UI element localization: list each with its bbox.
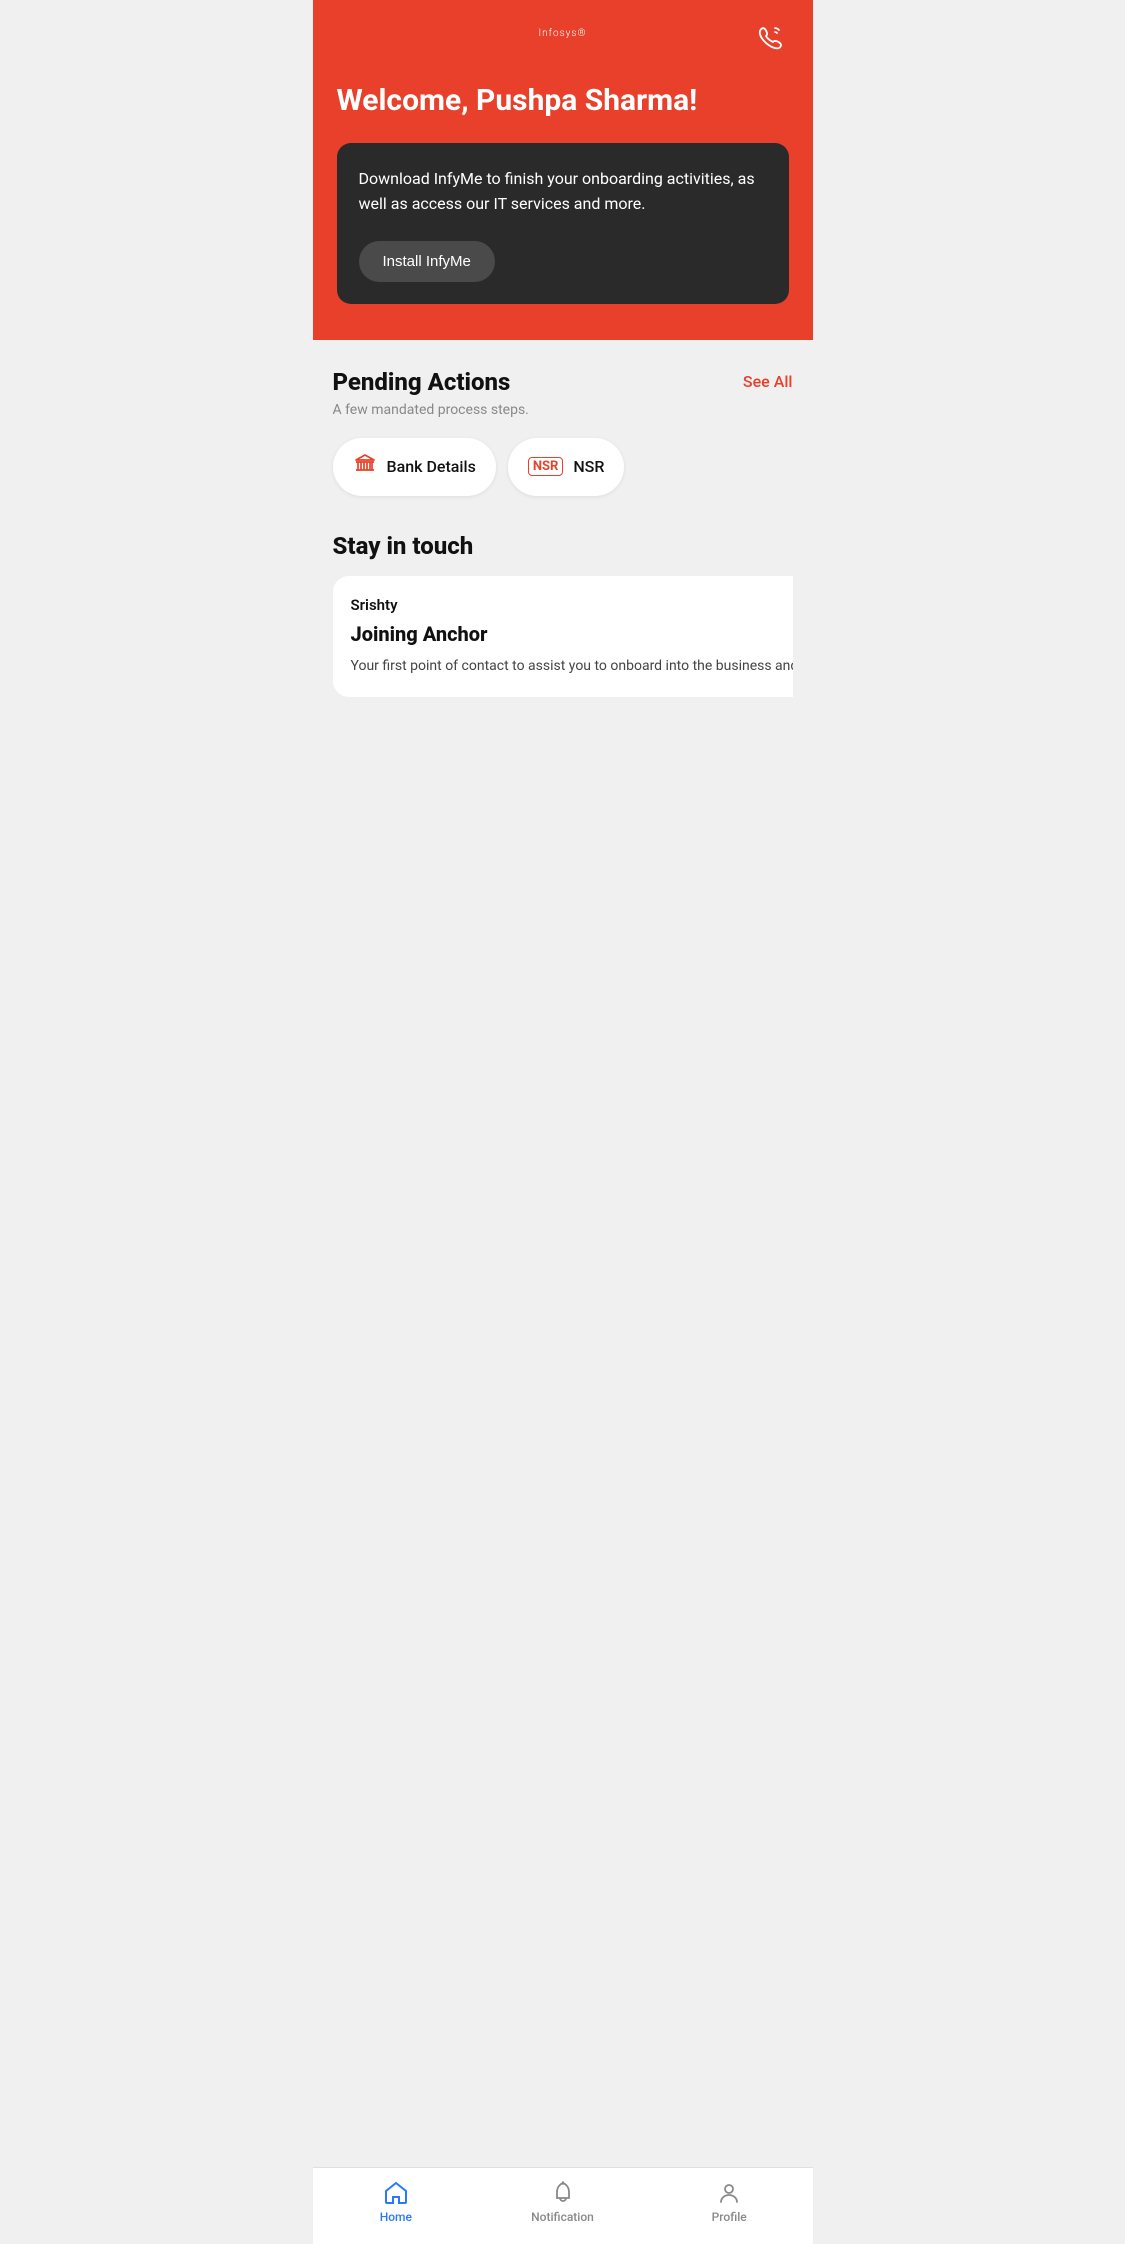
stay-in-touch-title: Stay in touch — [333, 532, 793, 560]
header-bar: Infosys® — [337, 20, 789, 55]
pending-actions-title: Pending Actions — [333, 368, 511, 396]
nsr-badge: NSR — [528, 457, 564, 476]
infosys-logo: Infosys® — [538, 20, 586, 55]
bell-icon — [550, 2180, 576, 2206]
contact-role-srishty: Joining Anchor — [351, 622, 793, 646]
nav-notification[interactable]: Notification — [479, 2180, 646, 2224]
infyme-banner-text: Download InfyMe to finish your onboardin… — [359, 167, 767, 217]
phone-button[interactable] — [753, 20, 789, 59]
nav-notification-label: Notification — [531, 2210, 594, 2224]
phone-icon — [757, 24, 785, 52]
main-content: Pending Actions See All A few mandated p… — [313, 340, 813, 2244]
nsr-chip[interactable]: NSR NSR — [508, 438, 625, 496]
nav-profile[interactable]: Profile — [646, 2180, 813, 2224]
contact-cards-container: Srishty Joining Anchor Your first point … — [333, 576, 793, 701]
hero-section: Infosys® Welcome, Pushpa Sharma! Downloa… — [313, 0, 813, 340]
bank-icon — [353, 452, 377, 482]
pending-actions-section: Pending Actions See All A few mandated p… — [333, 368, 793, 496]
stay-in-touch-section: Stay in touch Srishty Joining Anchor You… — [333, 532, 793, 701]
bank-details-label: Bank Details — [387, 457, 476, 476]
nsr-label: NSR — [573, 457, 604, 476]
person-icon — [716, 2180, 742, 2206]
nav-home-label: Home — [380, 2210, 412, 2224]
nav-profile-label: Profile — [712, 2210, 747, 2224]
pending-actions-subtitle: A few mandated process steps. — [333, 402, 793, 418]
action-chips-container: Bank Details NSR NSR — [333, 438, 793, 496]
contact-desc-srishty: Your first point of contact to assist yo… — [351, 656, 793, 677]
see-all-link[interactable]: See All — [743, 372, 793, 391]
contact-name-srishty: Srishty — [351, 596, 793, 614]
bottom-nav: Home Notification Profile — [313, 2167, 813, 2244]
welcome-heading: Welcome, Pushpa Sharma! — [337, 83, 789, 119]
contact-card-srishty[interactable]: Srishty Joining Anchor Your first point … — [333, 576, 793, 697]
pending-actions-header: Pending Actions See All — [333, 368, 793, 396]
install-infyme-button[interactable]: Install InfyMe — [359, 241, 495, 282]
infyme-banner: Download InfyMe to finish your onboardin… — [337, 143, 789, 304]
bank-details-chip[interactable]: Bank Details — [333, 438, 496, 496]
home-icon — [383, 2180, 409, 2206]
nav-home[interactable]: Home — [313, 2180, 480, 2224]
